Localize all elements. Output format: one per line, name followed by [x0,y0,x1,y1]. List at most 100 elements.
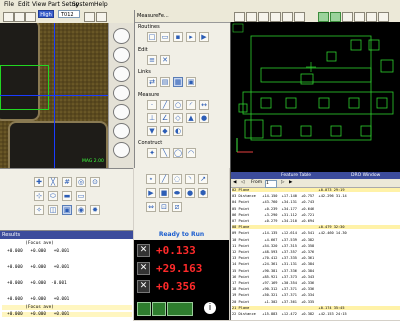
graph-view[interactable] [230,22,400,172]
feature-row[interactable]: 17 Point +97.169 +30.354 +0.336 [232,281,400,285]
feature-row[interactable]: 08 Plane +0.479 32:30 [232,225,400,230]
measure-slot-icon[interactable]: ▼ [147,126,157,136]
skew-icon[interactable]: ⧄ [172,202,182,212]
cross-target-icon[interactable]: ✚ [34,177,44,187]
focus-dial[interactable] [113,104,130,120]
focus-target-icon[interactable]: ◉ [76,205,86,215]
feature-row[interactable]: 16 Point +85.921 +37.373 +0.343 [232,275,400,279]
measure-roi-frame[interactable] [0,65,49,110]
datum-icon[interactable]: ⊡ [159,202,169,212]
view-3d-icon[interactable] [294,12,305,22]
focus-icon[interactable] [96,12,107,22]
measure-edge-icon[interactable]: ◐ [173,126,183,136]
measure-cylinder-icon[interactable]: ◆ [160,126,170,136]
offset-icon[interactable]: ▶ [146,188,156,198]
bisector-icon[interactable]: ◝ [185,174,195,184]
feature-row[interactable]: 18 Point +90.312 +37.371 +0.336 [232,287,400,291]
measure-line-icon[interactable]: ╱ [160,100,170,110]
zoom-in-icon[interactable] [234,12,245,22]
feature-row[interactable]: 07 Point +0.279 +34.210 +0.694 [232,219,400,223]
dro-mode-button[interactable] [167,302,193,316]
z-axis-button[interactable]: ✕ [137,280,150,293]
delete-icon[interactable]: ✕ [160,55,170,65]
tab-measure-features[interactable]: MeasureFe... [137,13,169,19]
intersect-icon[interactable]: ⋆ [146,174,156,184]
dro-zero-icon[interactable] [137,302,151,316]
zoom-icon[interactable] [84,12,95,22]
point-target-icon[interactable]: ✧ [34,205,44,215]
back-light-dial[interactable] [113,66,130,82]
feature-row[interactable]: 11 Point +54.320 +37.315 +0.358 [232,244,400,248]
measure-arc-icon[interactable]: ◜ [186,100,196,110]
zoom-dial[interactable] [113,85,130,101]
pan-icon[interactable] [270,12,281,22]
nav-last-icon[interactable]: ▶ [289,179,292,187]
feature-row[interactable]: 06 Point +3.290 +31.112 +0.721 [232,213,400,217]
menu-file[interactable]: File [4,1,14,8]
feature-row[interactable]: 03 Distance +14.150 +17.140 +0.757 +42.2… [232,194,400,198]
feature-row[interactable]: 10 Point +4.667 +37.539 +0.382 [232,238,400,242]
pin-construct-icon[interactable]: ⬢ [198,188,208,198]
dimension-icon[interactable]: ⇔ [146,202,156,212]
menu-edit[interactable]: Edit [18,1,30,8]
report-icon[interactable]: ▤ [160,77,170,87]
display-points-icon[interactable] [366,12,377,22]
measure-point-icon[interactable]: · [147,100,157,110]
feature-row[interactable]: 05 Point +0.239 +34.177 +0.646 [232,207,400,211]
feature-row[interactable]: 04 Point +43.760 +34.131 +0.743 [232,200,400,204]
cylinder-construct-icon[interactable]: ⬬ [172,188,182,198]
new-routine-icon[interactable]: □ [147,32,157,42]
display-grid-icon[interactable] [330,12,341,22]
measure-plane-icon[interactable]: ◇ [173,113,183,123]
construct-arc-icon[interactable]: ◠ [186,148,196,158]
x-axis-button[interactable]: ✕ [137,244,150,257]
gap-icon[interactable]: ■ [159,188,169,198]
menu-system[interactable]: System [72,1,94,8]
ring-target-icon[interactable]: ⊙ [90,177,100,187]
feature-row[interactable]: 13 Point +70.412 +37.335 +0.361 [232,256,400,260]
camera-icon[interactable] [14,12,25,22]
measure-cone-icon[interactable]: ▲ [186,113,196,123]
rotate-icon[interactable] [282,12,293,22]
lamp-icon[interactable] [25,12,36,22]
measure-distance-icon[interactable]: ↔ [199,100,209,110]
edge-target-icon[interactable]: ◫ [48,205,58,215]
gain-dial[interactable] [113,142,130,158]
feature-row[interactable]: 19 Point +50.321 +37.371 +0.334 [232,293,400,297]
camera-view[interactable]: MAG 2.00 [0,23,108,168]
line-target-icon[interactable]: ╳ [48,177,58,187]
chart-icon[interactable]: ▦ [173,77,183,87]
measure-angle-icon[interactable]: ∠ [160,113,170,123]
measure-circle-icon[interactable]: ○ [173,100,183,110]
construct-point-icon[interactable]: ✦ [147,148,157,158]
display-feature-icon[interactable] [318,12,329,22]
perpendicular-icon[interactable]: ↗ [198,174,208,184]
nav-prev-icon[interactable]: ◁ [241,179,244,187]
nav-next-icon[interactable]: ▷ [281,179,284,187]
save-routine-icon[interactable]: ▪ [173,32,183,42]
feature-row[interactable]: 15 Point +90.381 +37.336 +0.384 [232,269,400,273]
zoom-out-icon[interactable] [246,12,257,22]
menu-help[interactable]: Help [94,1,108,8]
menu-view[interactable]: View [32,1,46,8]
feature-row[interactable]: 09 Point +14.135 +12.614 +0.541 +42.460 … [232,231,400,235]
y-axis-button[interactable]: ✕ [137,262,150,275]
display-axes-icon[interactable] [354,12,365,22]
ring-light-dial[interactable] [113,47,130,63]
measure-width-icon[interactable]: ⊥ [147,113,157,123]
dro-units-icon[interactable] [152,302,166,316]
display-labels-icon[interactable] [342,12,353,22]
slot-target-icon[interactable]: ▬ [62,191,72,201]
step-routine-icon[interactable]: ▸ [186,32,196,42]
run-routine-icon[interactable]: ▶ [199,32,209,42]
fit-icon[interactable] [258,12,269,22]
box-target-icon[interactable]: ▭ [76,191,86,201]
light-icon[interactable] [3,12,14,22]
feature-row[interactable]: 14 Point +24.361 +31.131 +0.384 [232,262,400,266]
light-dial[interactable] [113,28,130,44]
feature-row[interactable]: 21 Plane +0.174 35:45 [232,305,400,311]
edit-list-icon[interactable]: ≡ [147,55,157,65]
magnification-select[interactable]: High [38,10,54,18]
square-target-icon[interactable]: ▣ [62,205,72,215]
link-icon[interactable]: ⇄ [147,77,157,87]
